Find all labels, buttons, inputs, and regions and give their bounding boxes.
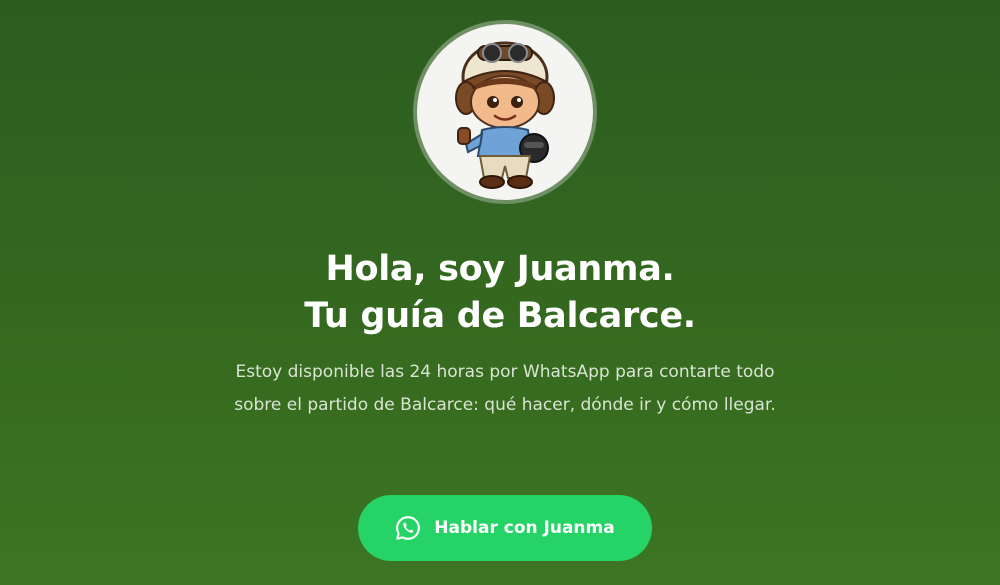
headline-line-1: Hola, soy Juanma. xyxy=(325,249,675,289)
page-title: Hola, soy Juanma. Tu guía de Balcarce. xyxy=(0,246,1000,340)
cta-label: Hablar con Juanma xyxy=(434,518,615,538)
chat-with-juanma-button[interactable]: Hablar con Juanma xyxy=(358,495,652,561)
headline-line-2: Tu guía de Balcarce. xyxy=(304,296,696,336)
whatsapp-icon xyxy=(395,515,421,541)
hero-subtitle: Estoy disponible las 24 horas por WhatsA… xyxy=(234,362,776,415)
avatar xyxy=(417,24,593,200)
mascot-avatar-icon xyxy=(455,41,555,189)
hero-section: Hola, soy Juanma. Tu guía de Balcarce. E… xyxy=(0,0,1000,585)
avatar-frame xyxy=(413,20,597,204)
